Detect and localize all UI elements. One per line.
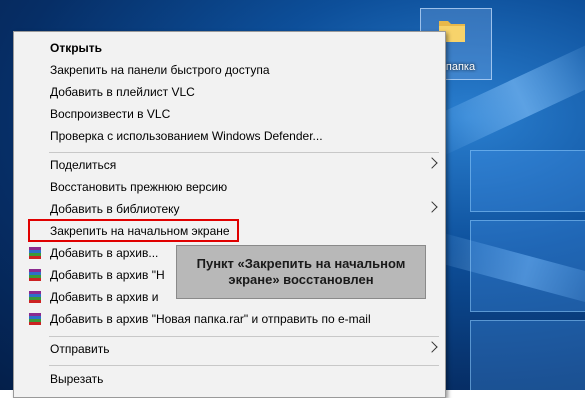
- menu-item-pin-quick-access[interactable]: Закрепить на панели быстрого доступа: [15, 59, 444, 81]
- menu-item-label: Добавить в плейлист VLC: [50, 85, 195, 99]
- highlight-frame: [28, 219, 239, 242]
- menu-item-label: Отправить: [50, 342, 110, 356]
- winrar-icon: [29, 247, 41, 259]
- menu-item-open[interactable]: Открыть: [15, 37, 444, 59]
- winrar-icon: [29, 291, 41, 303]
- menu-item-label: Добавить в библиотеку: [50, 202, 180, 216]
- menu-separator: [49, 365, 439, 366]
- annotation-callout: Пункт «Закрепить на начальном экране» во…: [176, 245, 426, 299]
- window-pane: [470, 150, 585, 212]
- menu-item-label: Добавить в архив "Н: [50, 268, 165, 282]
- menu-item-add-archive-named-email[interactable]: Добавить в архив "Новая папка.rar" и отп…: [15, 308, 444, 330]
- window-pane: [470, 320, 585, 390]
- menu-item-label: Проверка с использованием Windows Defend…: [50, 129, 323, 143]
- menu-item-send-to[interactable]: Отправить: [15, 338, 444, 360]
- menu-item-defender-scan[interactable]: Проверка с использованием Windows Defend…: [15, 125, 444, 147]
- chevron-right-icon: [426, 157, 438, 169]
- menu-item-label: Вырезать: [50, 372, 104, 386]
- menu-item-label: Поделиться: [50, 158, 117, 172]
- window-pane: [470, 220, 585, 312]
- menu-item-add-to-library[interactable]: Добавить в библиотеку: [15, 198, 444, 220]
- menu-item-cut[interactable]: Вырезать: [15, 368, 444, 390]
- winrar-icon: [29, 269, 41, 281]
- menu-item-label: Добавить в архив "Новая папка.rar" и отп…: [50, 312, 371, 326]
- menu-item-share[interactable]: Поделиться: [15, 154, 444, 176]
- menu-separator: [49, 336, 439, 337]
- menu-item-play-vlc[interactable]: Воспроизвести в VLC: [15, 103, 444, 125]
- menu-item-label: Закрепить на панели быстрого доступа: [50, 63, 270, 77]
- menu-item-label: Восстановить прежнюю версию: [50, 180, 228, 194]
- chevron-right-icon: [426, 201, 438, 213]
- context-menu: Открыть Закрепить на панели быстрого дос…: [13, 31, 446, 398]
- menu-item-restore-version[interactable]: Восстановить прежнюю версию: [15, 176, 444, 198]
- menu-item-label: Добавить в архив...: [50, 246, 159, 260]
- menu-item-add-vlc-playlist[interactable]: Добавить в плейлист VLC: [15, 81, 444, 103]
- menu-item-label: Открыть: [50, 41, 103, 55]
- winrar-icon: [29, 313, 41, 325]
- chevron-right-icon: [426, 341, 438, 353]
- menu-item-label: Добавить в архив и: [50, 290, 159, 304]
- menu-item-label: Воспроизвести в VLC: [50, 107, 171, 121]
- menu-separator: [49, 152, 439, 153]
